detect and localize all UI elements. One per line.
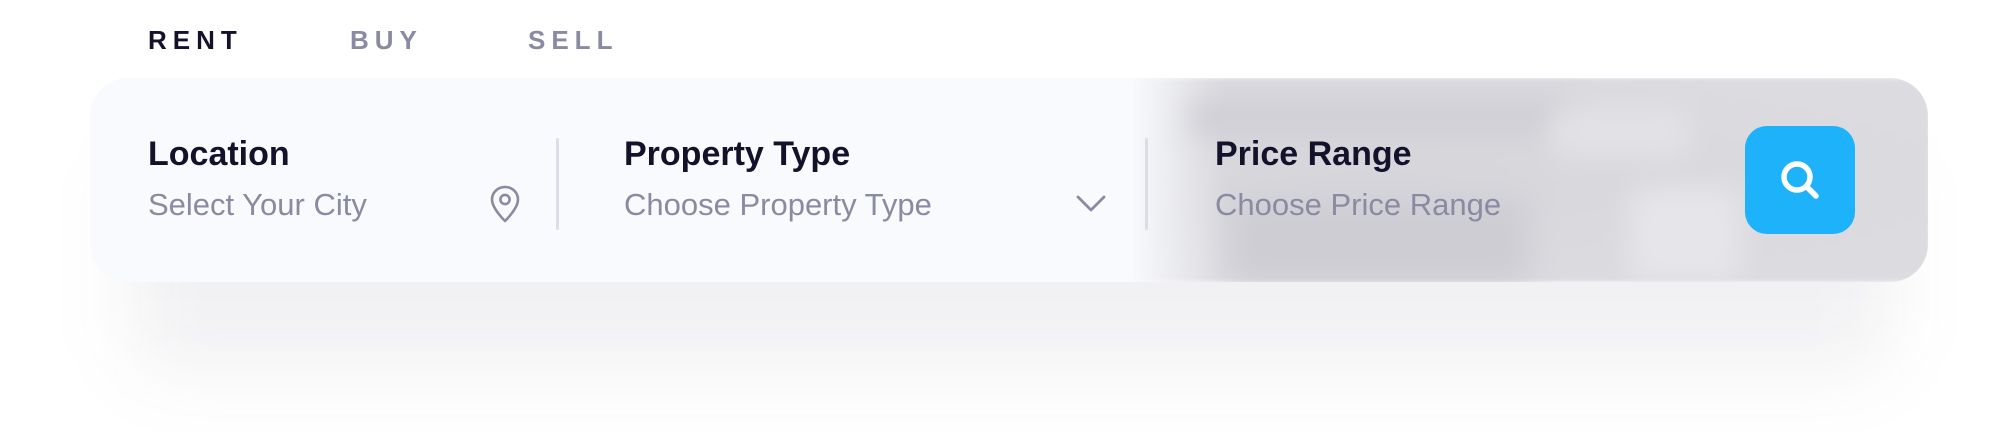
property-type-select[interactable]: Choose Property Type [624,186,1204,224]
field-divider [556,138,559,230]
chevron-down-icon[interactable] [1074,192,1108,216]
search-icon [1781,161,1819,199]
search-widget: RENT BUY SELL Location Select Your City … [0,0,2016,432]
blur-shape [1630,188,1740,282]
search-button[interactable] [1745,126,1855,234]
field-divider [1145,138,1148,230]
tab-rent[interactable]: RENT [148,22,350,58]
search-card: Location Select Your City Property Type … [90,78,1928,282]
blur-shape [1190,98,1570,138]
property-type-field[interactable]: Property Type Choose Property Type [624,134,1204,224]
map-pin-icon [490,185,520,223]
tab-sell[interactable]: SELL [528,22,618,58]
price-range-select[interactable]: Choose Price Range [1215,186,1615,224]
listing-mode-tabs: RENT BUY SELL [148,22,618,58]
tab-buy[interactable]: BUY [350,22,528,58]
price-range-label: Price Range [1215,135,1412,173]
property-type-label: Property Type [624,135,851,173]
location-label: Location [148,135,290,173]
price-range-field[interactable]: Price Range Choose Price Range [1215,134,1615,224]
